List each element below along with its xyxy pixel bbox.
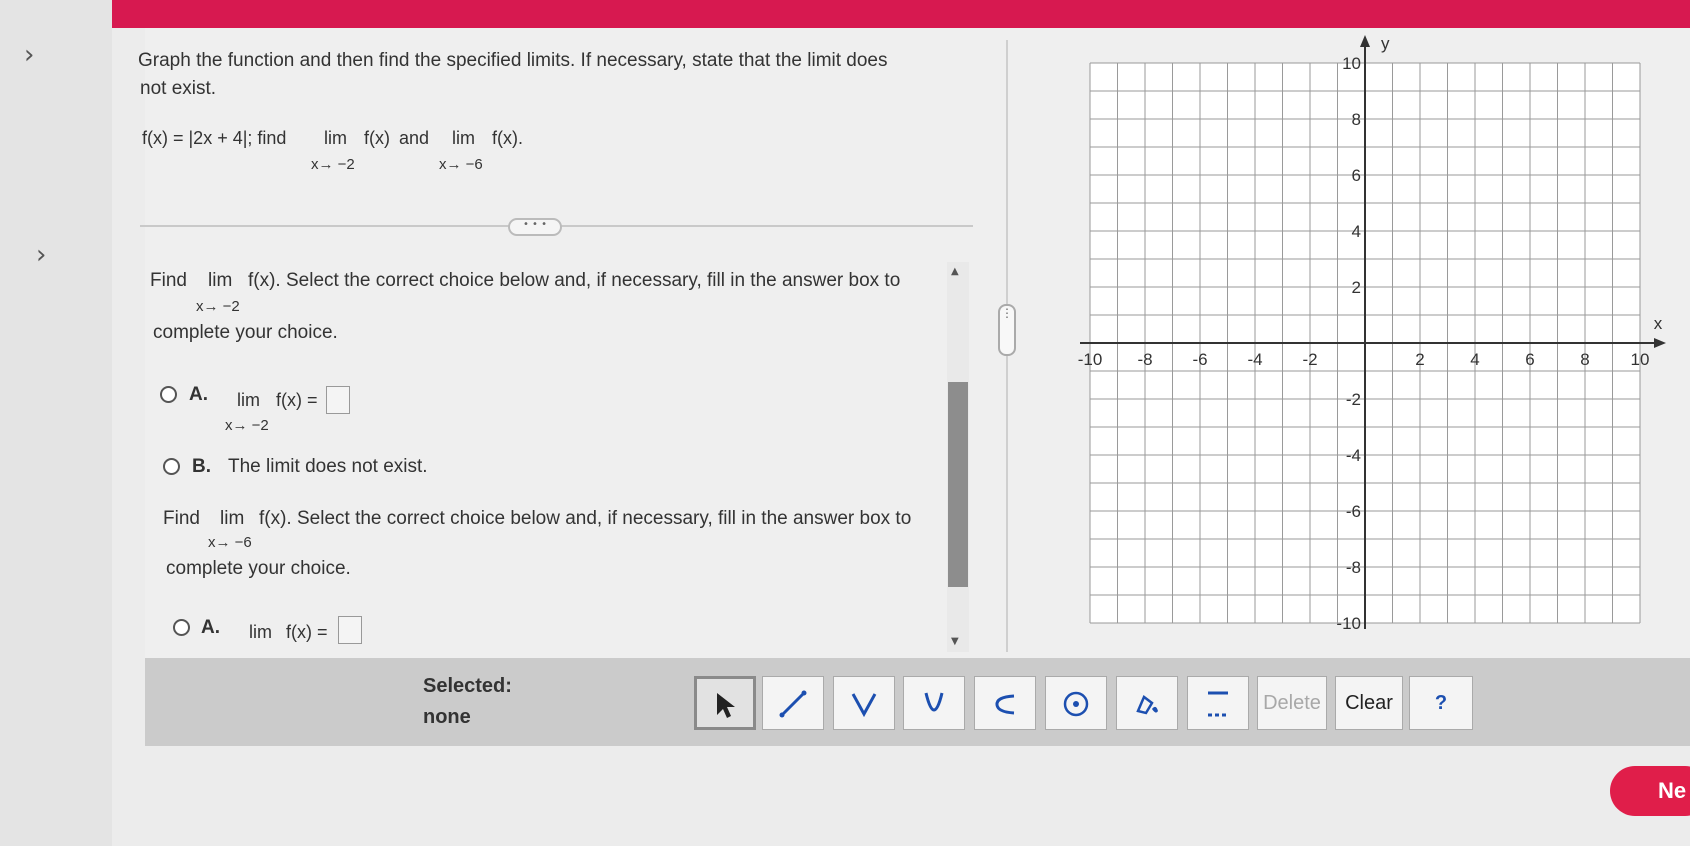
part2-answer-box[interactable] xyxy=(338,616,362,644)
y-tick-label: 2 xyxy=(1352,278,1361,297)
part2-find: Find xyxy=(163,508,200,529)
chevron-right-icon[interactable]: › xyxy=(24,40,34,70)
y-axis-arrow-icon xyxy=(1360,35,1370,47)
y-tick-label: -6 xyxy=(1346,502,1361,521)
instruction-line-2: not exist. xyxy=(140,78,217,99)
x-tick-label: 2 xyxy=(1415,350,1424,369)
point-tool-button[interactable] xyxy=(1045,676,1107,730)
help-button[interactable]: ? xyxy=(1409,676,1473,730)
next-button[interactable]: Ne xyxy=(1610,766,1690,816)
y-tick-label: -8 xyxy=(1346,558,1361,577)
part2-complete: complete your choice. xyxy=(166,558,351,579)
part1-option-b-radio[interactable] xyxy=(163,458,180,475)
limit-2-lim: lim xyxy=(452,128,475,148)
x-tick-label: -6 xyxy=(1192,350,1207,369)
solid-dashed-line-icon xyxy=(1208,691,1228,717)
limit-1-lim: lim xyxy=(324,128,347,148)
limit-2-subscript: x→ −6 xyxy=(439,156,483,173)
dashed-line-tool-button[interactable] xyxy=(1187,676,1249,730)
part2-option-a-radio[interactable] xyxy=(173,619,190,636)
y-tick-label: 8 xyxy=(1352,110,1361,129)
instruction-line-1: Graph the function and then find the spe… xyxy=(138,50,888,71)
scroll-up-arrow-icon[interactable]: ▲ xyxy=(951,266,959,277)
part2-option-a-lim: lim xyxy=(249,622,272,642)
part1-option-a-radio[interactable] xyxy=(160,386,177,403)
parabola-icon xyxy=(924,692,944,712)
x-tick-label: 6 xyxy=(1525,350,1534,369)
top-bar xyxy=(112,0,1690,28)
y-tick-label: 10 xyxy=(1342,54,1361,73)
y-tick-label: 4 xyxy=(1352,222,1361,241)
part2-option-a-fx: f(x) = xyxy=(286,622,328,642)
x-tick-label: 4 xyxy=(1470,350,1479,369)
part1-option-a-fx: f(x) = xyxy=(276,390,318,410)
function-definition: f(x) = |2x + 4|; find xyxy=(142,128,287,148)
c-curve-icon xyxy=(995,694,1015,715)
part2-subscript: x→ −6 xyxy=(208,534,252,551)
part2-lim: lim xyxy=(220,508,245,529)
part1-option-a-letter: A. xyxy=(189,384,208,405)
paint-fill-icon xyxy=(1136,695,1158,715)
part1-option-a-subscript: x→ −2 xyxy=(225,417,269,434)
part1-prompt: f(x). Select the correct choice below an… xyxy=(248,270,901,291)
x-tick-label: -4 xyxy=(1247,350,1262,369)
y-tick-label: -10 xyxy=(1336,614,1361,633)
y-tick-label: -2 xyxy=(1346,390,1361,409)
part2-prompt: f(x). Select the correct choice below an… xyxy=(259,508,912,529)
x-tick-label: -2 xyxy=(1302,350,1317,369)
parabola-tool-button[interactable] xyxy=(903,676,965,730)
part1-option-a-lim: lim xyxy=(237,390,260,410)
scroll-down-arrow-icon[interactable]: ▼ xyxy=(951,636,959,647)
y-tick-label: 6 xyxy=(1352,166,1361,185)
open-curve-tool-button[interactable] xyxy=(974,676,1036,730)
x-tick-label: -10 xyxy=(1078,350,1103,369)
and-text: and xyxy=(399,128,430,148)
selected-value: none xyxy=(423,706,471,728)
fill-tool-button[interactable] xyxy=(1116,676,1178,730)
part1-option-b-text: The limit does not exist. xyxy=(228,456,428,477)
x-tick-label: -8 xyxy=(1137,350,1152,369)
clear-button[interactable]: Clear xyxy=(1335,676,1403,730)
limit-2-fx: f(x). xyxy=(492,128,523,148)
x-tick-label: 10 xyxy=(1631,350,1650,369)
selected-label: Selected: xyxy=(423,675,512,697)
limit-1-subscript: x→ −2 xyxy=(311,156,355,173)
part1-complete: complete your choice. xyxy=(153,322,338,343)
circle-point-icon xyxy=(1063,691,1089,717)
pointer-tool-button[interactable] xyxy=(694,676,756,730)
cursor-arrow-icon xyxy=(717,693,735,718)
v-shape-icon xyxy=(851,693,877,718)
scrollbar-thumb[interactable] xyxy=(948,382,968,587)
x-tick-label: 8 xyxy=(1580,350,1589,369)
expand-toggle-button[interactable]: • • • xyxy=(508,218,562,236)
chevron-right-icon[interactable]: › xyxy=(36,240,46,270)
part1-lim: lim xyxy=(208,270,233,291)
part1-option-b-letter: B. xyxy=(192,456,211,477)
line-segment-icon xyxy=(779,690,807,718)
coordinate-graph[interactable]: x y -10 -8 -6 -4 -2 2 4 6 8 10 10 8 6 4 2 -2 -4 -6 -8 -10 xyxy=(1060,28,1670,648)
part1-find: Find xyxy=(150,270,187,291)
line-segment-tool-button[interactable] xyxy=(762,676,824,730)
part2-option-a-letter: A. xyxy=(201,617,220,638)
absolute-value-tool-button[interactable] xyxy=(833,676,895,730)
y-axis-label: y xyxy=(1381,34,1390,53)
x-axis-arrow-icon xyxy=(1654,338,1666,348)
part1-answer-box[interactable] xyxy=(326,386,350,414)
limit-1-fx: f(x) xyxy=(364,128,390,148)
y-tick-label: -4 xyxy=(1346,446,1361,465)
left-nav-strip: › › xyxy=(0,0,112,846)
panel-resize-handle[interactable]: ⋮ xyxy=(998,304,1016,356)
part1-subscript: x→ −2 xyxy=(196,298,240,315)
x-axis-label: x xyxy=(1654,314,1663,333)
delete-button[interactable]: Delete xyxy=(1257,676,1327,730)
